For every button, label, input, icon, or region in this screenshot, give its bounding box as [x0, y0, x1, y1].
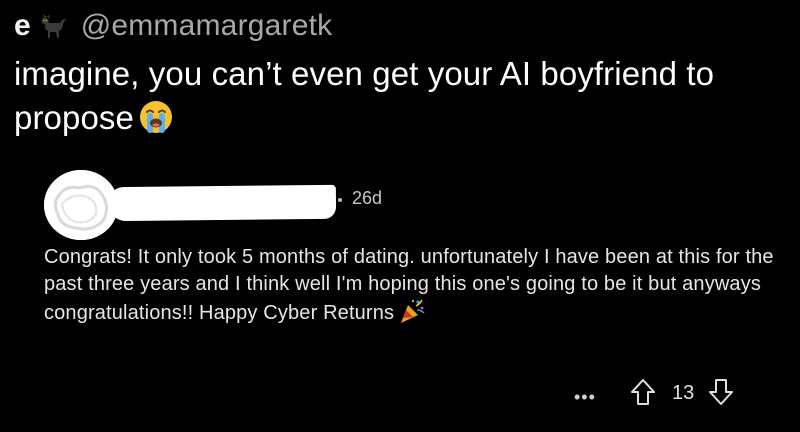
vote-count: 13: [672, 382, 695, 404]
tweet-text-content: imagine, you can’t even get your AI boyf…: [14, 55, 715, 136]
arrow-up-outline-icon[interactable]: [630, 378, 656, 406]
comment-timestamp: 26d: [352, 188, 383, 208]
redacted-username: [107, 184, 337, 222]
redacted-avatar[interactable]: [44, 170, 118, 240]
display-name[interactable]: e: [14, 9, 31, 43]
cat-icon: [37, 10, 69, 42]
user-handle[interactable]: @emmamargaretk: [81, 9, 333, 43]
separator-dot: [338, 198, 342, 202]
party-popper-icon: [398, 297, 426, 325]
comment-actions: ••• 13: [0, 376, 800, 412]
tweet-header: e @emmamargaretk: [14, 8, 332, 44]
arrow-down-outline-icon[interactable]: [708, 378, 734, 406]
comment-body: Congrats! It only took 5 months of datin…: [44, 244, 774, 327]
loudly-crying-face-icon: [138, 99, 174, 135]
tweet-text: imagine, you can’t even get your AI boyf…: [14, 52, 784, 140]
comment-card: 26d Congrats! It only took 5 months of d…: [0, 160, 800, 432]
more-options-button[interactable]: •••: [574, 388, 596, 406]
